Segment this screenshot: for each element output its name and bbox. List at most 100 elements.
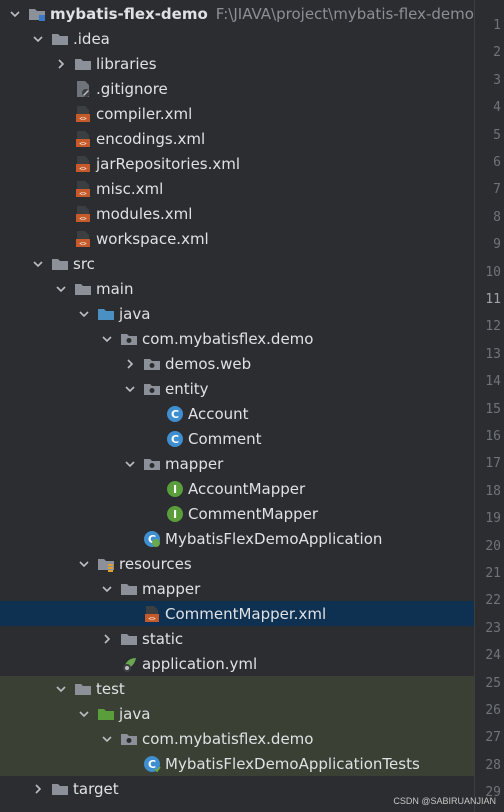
package-icon	[120, 730, 138, 748]
tree-row[interactable]: <> jarRepositories.xml	[0, 151, 474, 176]
tree-row[interactable]: <> CommentMapper.xml	[0, 601, 474, 626]
tree-row[interactable]: resources	[0, 551, 474, 576]
chevron-down-icon[interactable]	[100, 582, 114, 596]
tree-row[interactable]: mapper	[0, 576, 474, 601]
tree-row[interactable]: mybatis-flex-demo F:\JIAVA\project\mybati…	[0, 1, 474, 26]
line-number: 8	[493, 209, 501, 225]
test-folder-icon	[97, 705, 115, 723]
folder-icon	[120, 580, 138, 598]
line-number: 2	[493, 45, 501, 61]
chevron-down-icon[interactable]	[8, 7, 22, 21]
chevron-right-icon[interactable]	[54, 57, 68, 71]
project-tree-panel[interactable]: mybatis-flex-demo F:\JIAVA\project\mybati…	[0, 0, 474, 812]
tree-row[interactable]: com.mybatisflex.demo	[0, 726, 474, 751]
tree-row[interactable]: .gitignore	[0, 76, 474, 101]
tree-row[interactable]: libraries	[0, 51, 474, 76]
xml-file-icon: <>	[74, 230, 92, 248]
tree-row[interactable]: .idea	[0, 26, 474, 51]
tree-row[interactable]: test	[0, 676, 474, 701]
folder-icon	[74, 55, 92, 73]
tree-item-label: application.yml	[142, 654, 258, 673]
tree-row[interactable]: <> encodings.xml	[0, 126, 474, 151]
chevron-right-icon[interactable]	[31, 782, 45, 796]
package-icon	[143, 380, 161, 398]
chevron-right-icon[interactable]	[100, 632, 114, 646]
svg-text:C: C	[148, 758, 156, 771]
line-number: 15	[485, 401, 501, 417]
project-path: F:\JIAVA\project\mybatis-flex-demo	[215, 4, 474, 23]
yaml-file-icon	[120, 655, 138, 673]
tree-row[interactable]: C MybatisFlexDemoApplicationTests	[0, 751, 474, 776]
source-folder-icon	[97, 305, 115, 323]
svg-text:I: I	[173, 483, 177, 496]
chevron-down-icon[interactable]	[31, 32, 45, 46]
chevron-down-icon[interactable]	[100, 732, 114, 746]
line-number: 1	[493, 18, 501, 33]
tree-item-label: mapper	[165, 454, 224, 473]
tree-row[interactable]: C Account	[0, 401, 474, 426]
chevron-down-icon[interactable]	[123, 382, 137, 396]
line-number: 18	[485, 483, 501, 499]
chevron-down-icon[interactable]	[77, 307, 91, 321]
chevron-down-icon[interactable]	[54, 682, 68, 696]
xml-file-icon: <>	[143, 605, 161, 623]
class-icon: C	[166, 430, 184, 448]
folder-icon	[51, 780, 69, 798]
line-number: 16	[485, 429, 501, 444]
chevron-down-icon[interactable]	[100, 332, 114, 346]
tree-row[interactable]: entity	[0, 376, 474, 401]
line-number: 23	[485, 620, 501, 636]
tree-item-label: CommentMapper.xml	[165, 604, 327, 623]
tree-row[interactable]: mapper	[0, 451, 474, 476]
tree-item-label: main	[96, 279, 134, 298]
line-number: 10	[485, 264, 501, 280]
tree-row[interactable]: C Comment	[0, 426, 474, 451]
tree-row[interactable]: application.yml	[0, 651, 474, 676]
tree-row[interactable]: <> compiler.xml	[0, 101, 474, 126]
tree-row[interactable]: I AccountMapper	[0, 476, 474, 501]
tree-row[interactable]: C MybatisFlexDemoApplication	[0, 526, 474, 551]
svg-text:<>: <>	[79, 190, 87, 197]
tree-item-label: MybatisFlexDemoApplicationTests	[165, 754, 420, 773]
tree-item-label: .gitignore	[96, 79, 168, 98]
tree-item-label: .idea	[73, 29, 110, 48]
tree-item-label: mapper	[142, 579, 201, 598]
svg-text:<>: <>	[79, 165, 87, 172]
chevron-down-icon[interactable]	[123, 457, 137, 471]
tree-row[interactable]: demos.web	[0, 351, 474, 376]
tree-row[interactable]: src	[0, 251, 474, 276]
tree-item-label: target	[73, 779, 119, 798]
tree-row[interactable]: com.mybatisflex.demo	[0, 326, 474, 351]
tree-item-label: entity	[165, 379, 209, 398]
line-number: 24	[485, 648, 501, 664]
module-folder-icon	[28, 5, 46, 23]
line-number: 3	[493, 72, 501, 88]
tree-row[interactable]: I CommentMapper	[0, 501, 474, 526]
folder-icon	[74, 280, 92, 298]
tree-row[interactable]: java	[0, 301, 474, 326]
line-number: 25	[485, 675, 501, 691]
chevron-down-icon[interactable]	[31, 257, 45, 271]
tree-row[interactable]: static	[0, 626, 474, 651]
tree-row[interactable]: <> modules.xml	[0, 201, 474, 226]
svg-text:C: C	[171, 408, 179, 421]
xml-file-icon: <>	[74, 130, 92, 148]
line-number: 14	[485, 374, 501, 390]
tree-row[interactable]: <> misc.xml	[0, 176, 474, 201]
folder-icon	[74, 680, 92, 698]
chevron-down-icon[interactable]	[77, 557, 91, 571]
line-number: 7	[493, 182, 501, 198]
chevron-right-icon[interactable]	[123, 357, 137, 371]
tree-row[interactable]: main	[0, 276, 474, 301]
chevron-down-icon[interactable]	[77, 707, 91, 721]
chevron-down-icon[interactable]	[54, 282, 68, 296]
tree-row[interactable]: java	[0, 701, 474, 726]
line-number: 5	[493, 127, 501, 143]
tree-row[interactable]: <> workspace.xml	[0, 226, 474, 251]
